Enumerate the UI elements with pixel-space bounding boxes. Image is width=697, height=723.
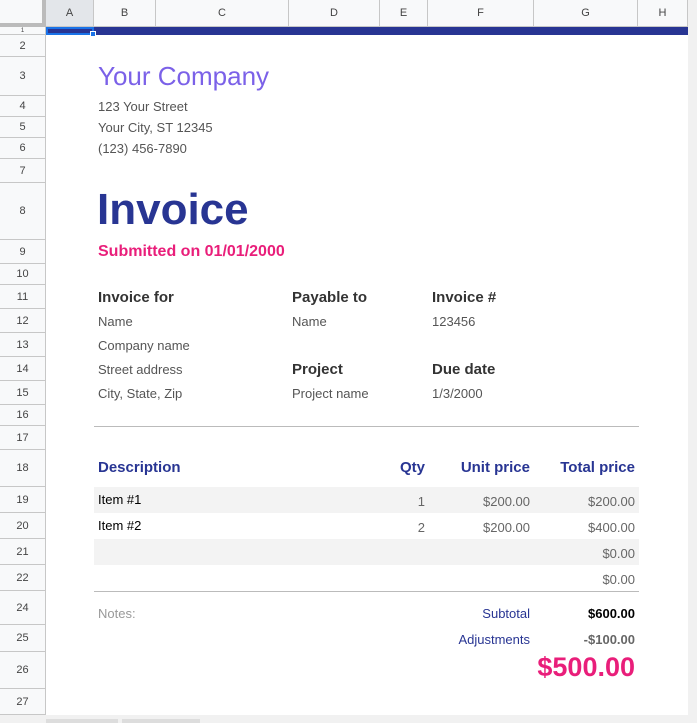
row-header-4[interactable]: 4 (0, 96, 46, 117)
invoice-number: 123456 (432, 314, 476, 329)
payable-to-label: Payable to (292, 289, 368, 306)
row-header-12[interactable]: 12 (0, 309, 46, 333)
item-description: Item #1 (98, 492, 142, 507)
notes-label: Notes: (98, 606, 136, 621)
row-header-14[interactable]: 14 (0, 357, 46, 381)
due-date-label: Due date (432, 361, 496, 378)
item-unit-price: $200.00 (483, 494, 530, 509)
row-header-19[interactable]: 19 (0, 487, 46, 513)
sheet-tab[interactable] (122, 719, 200, 723)
adjustments-label: Adjustments (458, 632, 530, 647)
fill-handle[interactable] (90, 31, 96, 37)
col-description: Description (98, 459, 181, 476)
selected-cell-a1[interactable] (46, 27, 94, 35)
column-header-B[interactable]: B (94, 0, 156, 27)
col-unit-price: Unit price (460, 459, 530, 476)
sheet-tab[interactable] (46, 719, 118, 723)
divider (94, 426, 639, 427)
row-header-18[interactable]: 18 (0, 450, 46, 487)
row-header-8[interactable]: 8 (0, 183, 46, 240)
row-header-20[interactable]: 20 (0, 513, 46, 539)
row-header-25[interactable]: 25 (0, 625, 46, 652)
invoice-number-label: Invoice # (432, 289, 497, 306)
row-header-11[interactable]: 11 (0, 285, 46, 309)
payable-to-name: Name (292, 314, 327, 329)
item-total-price: $0.00 (602, 546, 635, 561)
project-name: Project name (292, 386, 369, 401)
subtotal-label: Subtotal (482, 606, 530, 621)
row-header-15[interactable]: 15 (0, 381, 46, 405)
row-header-13[interactable]: 13 (0, 333, 46, 357)
row-header-24[interactable]: 24 (0, 591, 46, 625)
company-city: Your City, ST 12345 (98, 120, 213, 135)
column-header-F[interactable]: F (428, 0, 534, 27)
column-header-G[interactable]: G (534, 0, 638, 27)
adjustments-value: -$100.00 (583, 632, 635, 647)
company-street: 123 Your Street (98, 99, 188, 114)
row-header-9[interactable]: 9 (0, 240, 46, 264)
subtotal-value: $600.00 (588, 606, 635, 621)
row-header-27[interactable]: 27 (0, 689, 46, 715)
company-phone: (123) 456-7890 (98, 141, 187, 156)
item-description: Item #2 (98, 518, 142, 533)
column-header-H[interactable]: H (638, 0, 688, 27)
row-header-10[interactable]: 10 (0, 264, 46, 285)
row-header-22[interactable]: 22 (0, 565, 46, 591)
row-header-1[interactable]: 1 (0, 27, 46, 35)
item-total-price: $0.00 (602, 572, 635, 587)
invoice-for-city: City, State, Zip (98, 386, 183, 401)
invoice-title: Invoice (97, 185, 249, 234)
column-header-A[interactable]: A (46, 0, 94, 27)
invoice-for-company: Company name (98, 338, 190, 353)
row-header-21[interactable]: 21 (0, 539, 46, 565)
corner-select-all[interactable] (0, 0, 46, 27)
project-label: Project (292, 361, 343, 378)
item-total-price: $200.00 (588, 494, 635, 509)
grand-total: $500.00 (537, 652, 635, 682)
invoice-for-name: Name (98, 314, 133, 329)
submitted-date: Submitted on 01/01/2000 (98, 243, 285, 260)
invoice-sheet: Your Company 123 Your Street Your City, … (46, 27, 688, 715)
column-header-D[interactable]: D (289, 0, 380, 27)
divider (94, 591, 639, 592)
company-name: Your Company (98, 61, 270, 91)
invoice-for-label: Invoice for (98, 289, 174, 306)
col-qty: Qty (399, 459, 425, 476)
column-header-E[interactable]: E (380, 0, 428, 27)
col-total-price: Total price (560, 459, 635, 476)
invoice-for-street: Street address (98, 362, 183, 377)
row-header-2[interactable]: 2 (0, 35, 46, 57)
row-header-3[interactable]: 3 (0, 57, 46, 96)
item-qty: 2 (417, 520, 425, 535)
row-header-7[interactable]: 7 (0, 159, 46, 183)
due-date: 1/3/2000 (432, 386, 483, 401)
item-unit-price: $200.00 (483, 520, 530, 535)
item-total-price: $400.00 (588, 520, 635, 535)
header-bar (46, 27, 688, 35)
row-header-17[interactable]: 17 (0, 426, 46, 450)
row-band (94, 539, 639, 565)
row-header-16[interactable]: 16 (0, 405, 46, 426)
row-band (94, 487, 639, 513)
column-header-C[interactable]: C (156, 0, 289, 27)
row-header-5[interactable]: 5 (0, 117, 46, 138)
row-header-6[interactable]: 6 (0, 138, 46, 159)
row-header-26[interactable]: 26 (0, 652, 46, 689)
item-qty: 1 (417, 494, 425, 509)
